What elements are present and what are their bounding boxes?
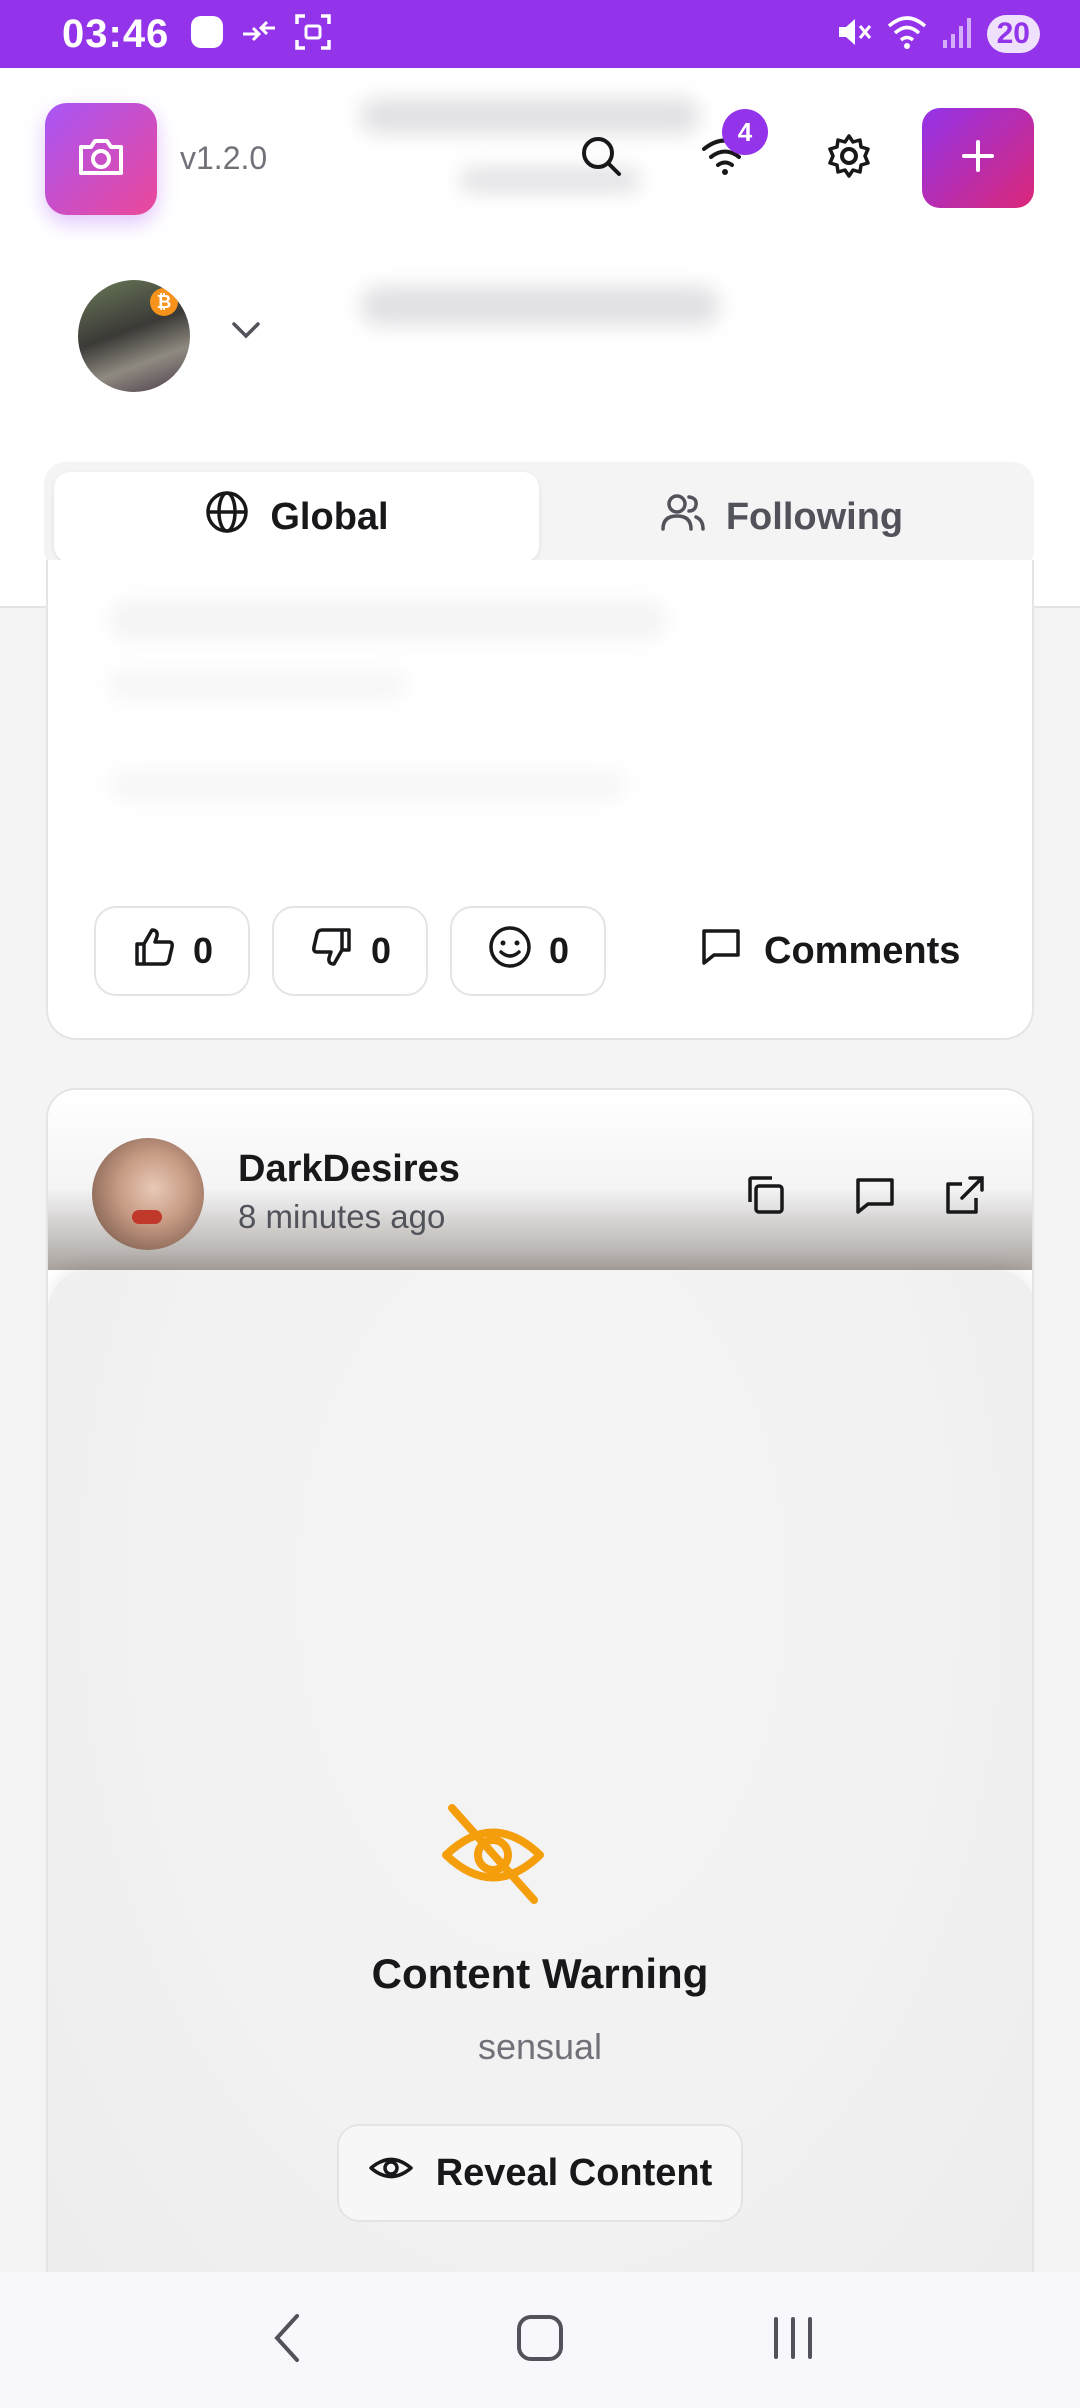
open-external-button[interactable] (938, 1170, 992, 1224)
bitcoin-badge-icon: ₿ (150, 288, 178, 316)
recents-button[interactable] (748, 2295, 838, 2385)
content-warning-title: Content Warning (371, 1950, 709, 1997)
feed-tabs: Global Following (44, 462, 1034, 572)
search-icon (577, 132, 625, 185)
app-header: v1.2.0 4 ₿ Global Following (0, 68, 1080, 608)
status-bar: 03:46 20 (0, 0, 1080, 68)
wifi-icon (885, 12, 929, 57)
system-nav-bar (0, 2272, 1080, 2408)
camera-icon (73, 129, 129, 190)
gear-icon (825, 132, 873, 185)
external-link-icon (942, 1172, 988, 1223)
author-name[interactable]: DarkDesires (238, 1148, 460, 1191)
signal-icon (941, 14, 975, 55)
users-icon (660, 489, 706, 545)
relays-button[interactable]: 4 (690, 109, 768, 193)
content-warning-reason: sensual (477, 2026, 603, 2067)
back-button[interactable] (242, 2295, 332, 2385)
blurred-text (360, 286, 720, 326)
plus-icon (958, 136, 998, 181)
camera-logo-button[interactable] (45, 103, 157, 215)
dislike-button[interactable]: 0 (272, 906, 428, 996)
blurred-text (108, 670, 408, 700)
smile-icon (487, 924, 533, 979)
emoji-reaction-button[interactable]: 0 (450, 906, 606, 996)
blurred-text (108, 600, 668, 640)
screenshot-icon (293, 12, 333, 57)
chevron-down-icon[interactable] (228, 318, 264, 347)
relay-count-badge: 4 (722, 109, 768, 155)
thumbs-up-icon (131, 924, 177, 979)
reveal-content-label: Reveal Content (435, 2151, 713, 2194)
data-transfer-icon (239, 14, 279, 55)
recents-icon (768, 2313, 818, 2368)
comments-label: Comments (764, 929, 961, 972)
account-avatar[interactable]: ₿ (78, 280, 190, 392)
home-icon (515, 2313, 565, 2368)
app-version: v1.2.0 (180, 140, 268, 176)
eye-off-icon (438, 1800, 548, 1915)
tab-global[interactable]: Global (54, 472, 539, 562)
globe-icon (204, 489, 250, 545)
battery-level: 20 (986, 15, 1040, 53)
search-button[interactable] (566, 123, 636, 193)
mute-icon (833, 12, 873, 57)
blurred-text (360, 98, 700, 134)
comments-button[interactable]: Comments (698, 906, 960, 996)
post-card: 0 0 0 Comments (46, 560, 1034, 1040)
home-button[interactable] (495, 2295, 585, 2385)
emoji-count: 0 (548, 930, 570, 971)
like-count: 0 (192, 930, 214, 971)
tab-following-label: Following (725, 495, 904, 538)
blurred-text (108, 770, 628, 800)
post-header: DarkDesires 8 minutes ago (48, 1090, 1032, 1270)
eye-icon (368, 2145, 414, 2201)
post-timestamp: 8 minutes ago (238, 1198, 446, 1235)
like-button[interactable]: 0 (94, 906, 250, 996)
settings-button[interactable] (814, 123, 884, 193)
reply-button[interactable] (848, 1170, 902, 1224)
author-avatar[interactable] (92, 1138, 204, 1250)
notification-dot-icon (189, 14, 225, 55)
tab-global-label: Global (270, 495, 389, 538)
tab-following[interactable]: Following (539, 472, 1024, 562)
back-icon (267, 2310, 307, 2371)
comment-icon (698, 923, 744, 979)
copy-icon (742, 1172, 788, 1223)
status-time: 03:46 (62, 11, 170, 56)
new-post-button[interactable] (922, 108, 1034, 208)
thumbs-down-icon (309, 924, 355, 979)
reveal-content-button[interactable]: Reveal Content (337, 2124, 743, 2222)
comment-icon (852, 1172, 898, 1223)
dislike-count: 0 (370, 930, 392, 971)
copy-button[interactable] (738, 1170, 792, 1224)
